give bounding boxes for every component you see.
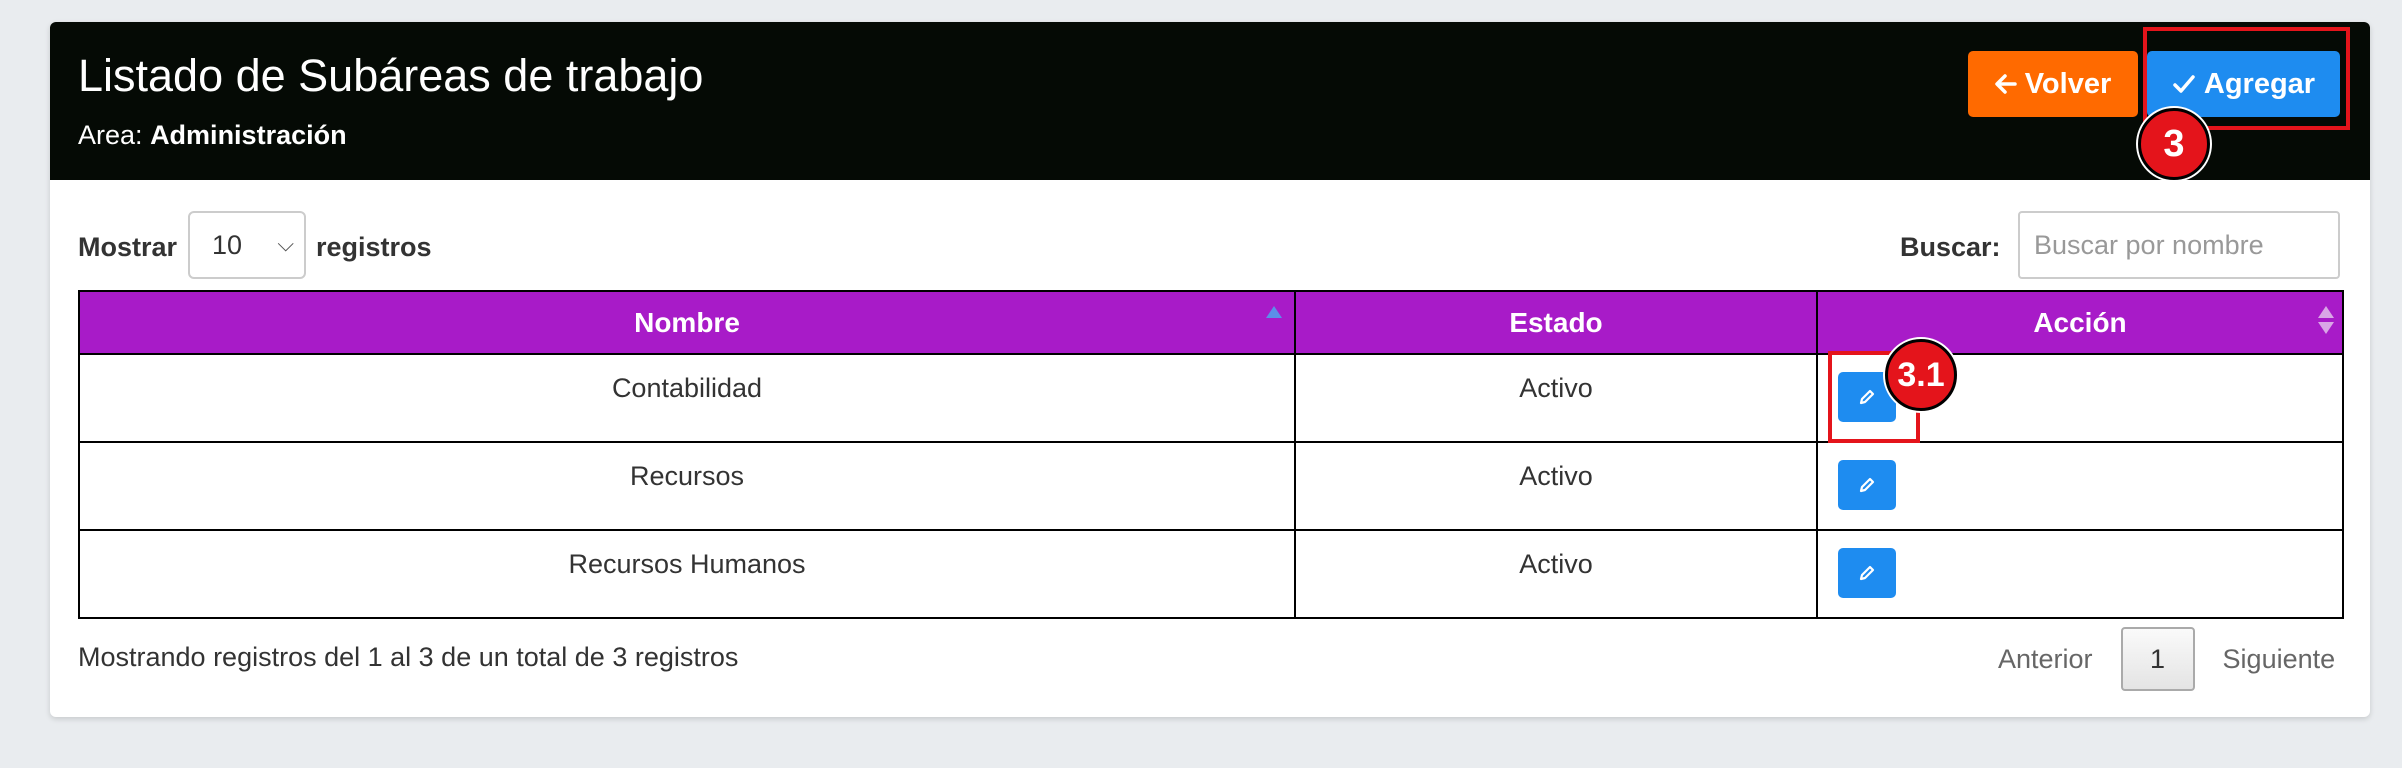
step-badge-3: 3 bbox=[2138, 108, 2210, 180]
table-header-row: Nombre Estado Acción bbox=[78, 290, 2344, 355]
cell-nombre: Recursos Humanos bbox=[78, 529, 1296, 619]
pencil-icon bbox=[1859, 477, 1875, 493]
arrow-left-icon bbox=[1994, 74, 2017, 94]
step-badge-3-1: 3.1 bbox=[1885, 339, 1957, 411]
cell-estado: Activo bbox=[1294, 353, 1818, 443]
table-row: Recursos Activo bbox=[78, 441, 2344, 531]
page-size-value: 10 bbox=[212, 229, 243, 260]
pagination-next[interactable]: Siguiente bbox=[2195, 644, 2364, 675]
show-label: Mostrar bbox=[78, 232, 178, 262]
back-button[interactable]: Volver bbox=[1968, 51, 2138, 117]
sort-icon bbox=[2318, 306, 2334, 334]
column-header-accion[interactable]: Acción bbox=[1816, 290, 2344, 355]
cell-estado: Activo bbox=[1294, 529, 1818, 619]
sort-asc-icon bbox=[1266, 306, 1282, 318]
column-header-estado[interactable]: Estado bbox=[1294, 290, 1818, 355]
cell-estado: Activo bbox=[1294, 441, 1818, 531]
pagination-prev[interactable]: Anterior bbox=[1970, 644, 2121, 675]
pagination-page[interactable]: 1 bbox=[2120, 627, 2195, 691]
table-info: Mostrando registros del 1 al 3 de un tot… bbox=[78, 642, 739, 672]
area-value: Administración bbox=[150, 120, 347, 150]
cell-accion bbox=[1816, 529, 2344, 619]
page-size-select[interactable]: 10 ⌵ bbox=[188, 211, 306, 279]
cell-nombre: Contabilidad bbox=[78, 353, 1296, 443]
subareas-table: Nombre Estado Acción Contabilidad Activo bbox=[78, 290, 2344, 619]
table-row: Recursos Humanos Activo bbox=[78, 529, 2344, 619]
area-subtitle: Area: Administración bbox=[78, 120, 347, 151]
column-label: Acción bbox=[2033, 306, 2127, 338]
cell-nombre: Recursos bbox=[78, 441, 1296, 531]
column-label: Estado bbox=[1509, 306, 1603, 338]
column-label: Nombre bbox=[634, 306, 740, 338]
subareas-card: Listado de Subáreas de trabajo Area: Adm… bbox=[50, 22, 2370, 717]
edit-button[interactable] bbox=[1838, 460, 1896, 510]
page-title: Listado de Subáreas de trabajo bbox=[78, 50, 704, 101]
cell-accion bbox=[1816, 441, 2344, 531]
table-row: Contabilidad Activo bbox=[78, 353, 2344, 443]
search-label: Buscar: bbox=[1900, 232, 2001, 262]
column-header-nombre[interactable]: Nombre bbox=[78, 290, 1296, 355]
records-label: registros bbox=[316, 232, 432, 262]
back-button-label: Volver bbox=[2024, 67, 2112, 100]
pencil-icon bbox=[1859, 565, 1875, 581]
pagination: Anterior 1 Siguiente bbox=[1970, 626, 2363, 692]
search-input[interactable] bbox=[2018, 211, 2340, 279]
area-label: Area: bbox=[78, 120, 143, 150]
chevron-down-icon: ⌵ bbox=[277, 231, 294, 256]
edit-button[interactable] bbox=[1838, 548, 1896, 598]
